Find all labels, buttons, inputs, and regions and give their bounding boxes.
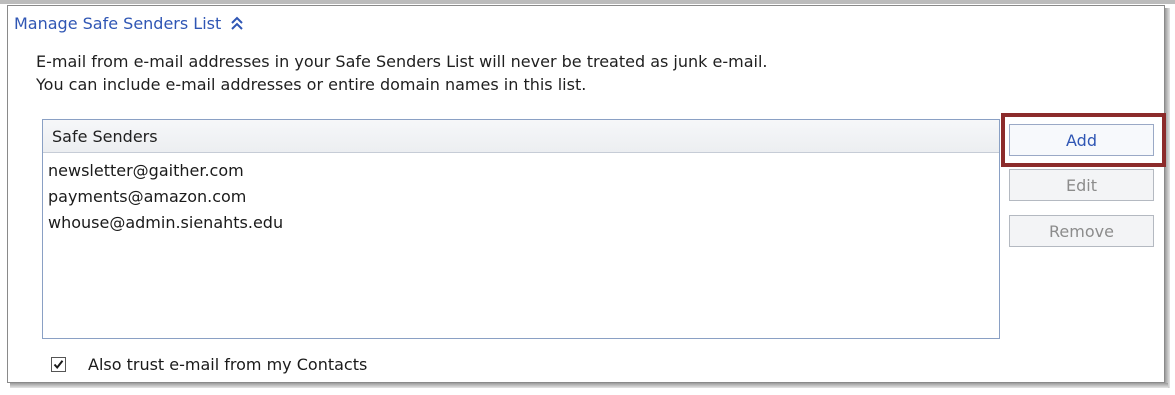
list-column-header[interactable]: Safe Senders	[43, 120, 999, 153]
description-line-2: You can include e-mail addresses or enti…	[36, 75, 587, 94]
list-item[interactable]: payments@amazon.com	[43, 184, 999, 210]
section-toggle[interactable]: Manage Safe Senders List	[14, 12, 244, 34]
list-rows: newsletter@gaither.com payments@amazon.c…	[43, 153, 999, 236]
list-item[interactable]: whouse@admin.sienahts.edu	[43, 210, 999, 236]
list-item[interactable]: newsletter@gaither.com	[43, 158, 999, 184]
description: E-mail from e-mail addresses in your Saf…	[36, 50, 767, 96]
trust-contacts-label: Also trust e-mail from my Contacts	[88, 354, 368, 374]
edit-button[interactable]: Edit	[1009, 169, 1154, 201]
section-title: Manage Safe Senders List	[14, 13, 222, 33]
description-line-1: E-mail from e-mail addresses in your Saf…	[36, 52, 768, 71]
trust-contacts-option[interactable]: Also trust e-mail from my Contacts	[51, 354, 367, 374]
checkmark-icon	[53, 359, 64, 369]
top-edge	[0, 0, 1175, 4]
add-button[interactable]: Add	[1009, 124, 1154, 156]
panel-shadow-bottom	[10, 383, 1168, 388]
trust-contacts-checkbox[interactable]	[51, 356, 66, 372]
double-chevron-up-icon[interactable]	[230, 15, 244, 31]
safe-senders-list[interactable]: Safe Senders newsletter@gaither.com paym…	[42, 119, 1000, 339]
panel-shadow-right	[1165, 8, 1170, 388]
remove-button[interactable]: Remove	[1009, 215, 1154, 247]
